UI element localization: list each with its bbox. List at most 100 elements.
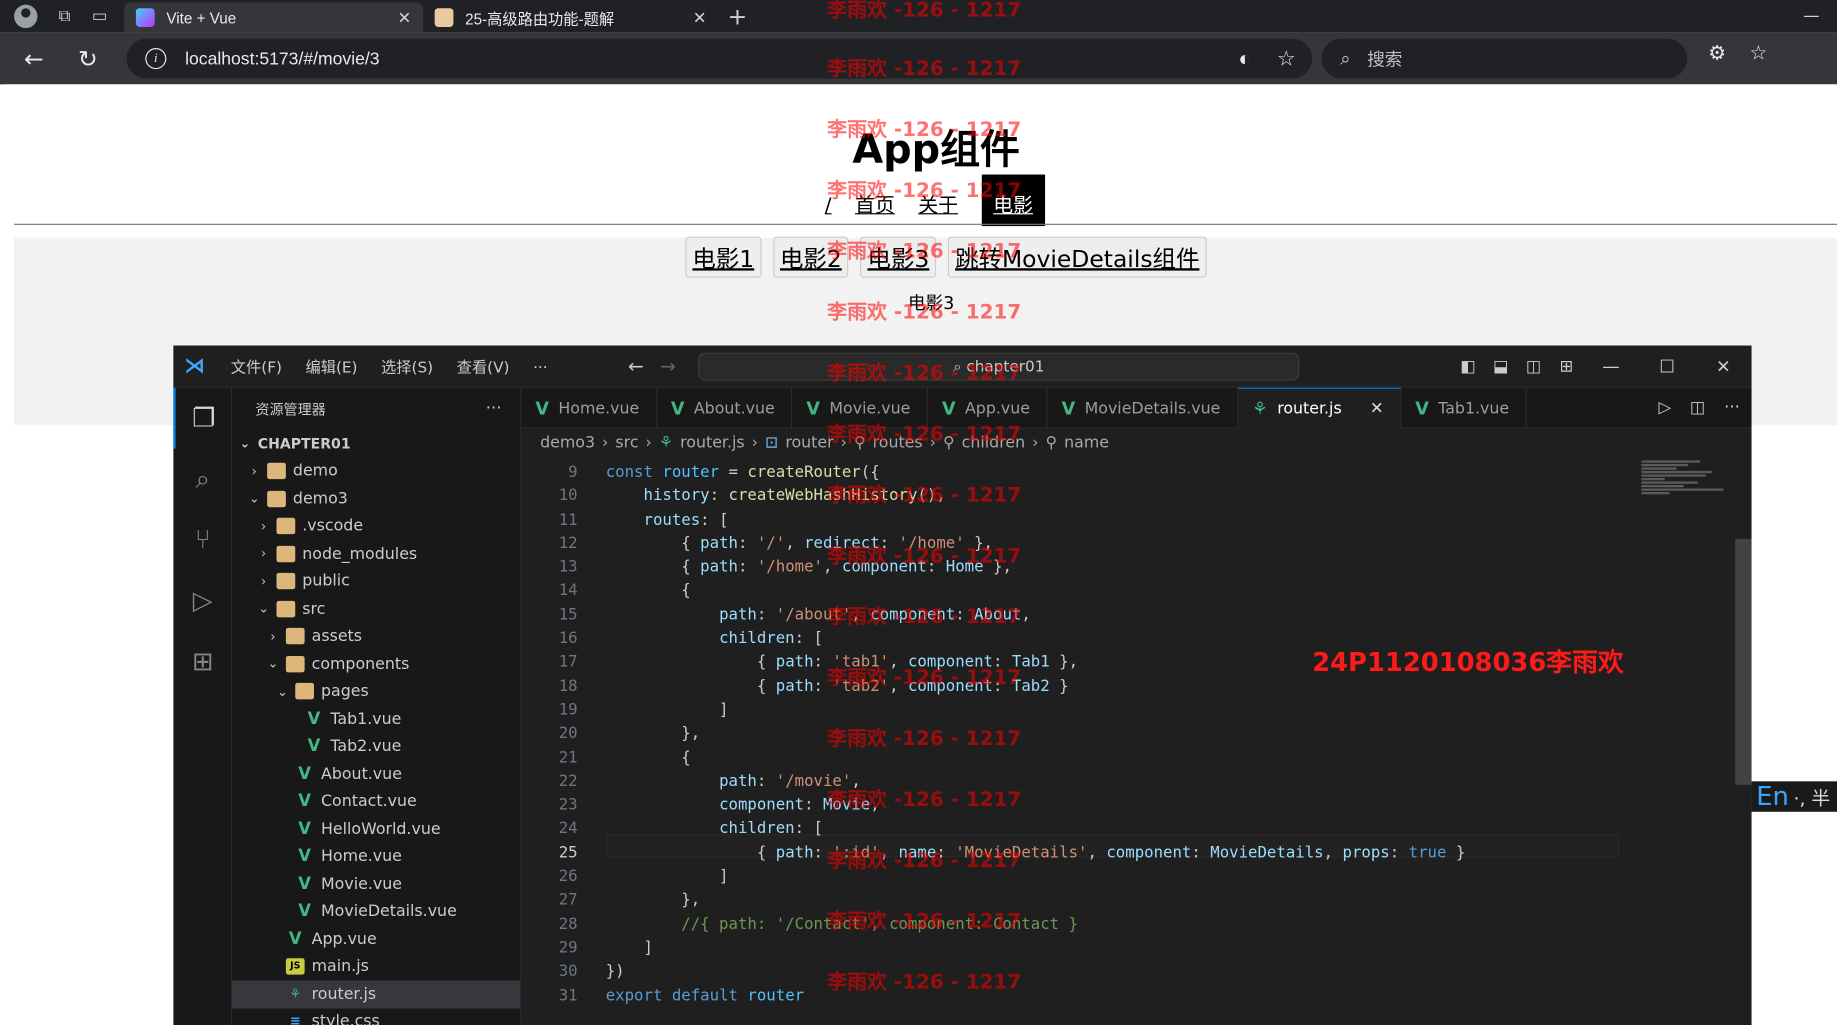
maximize-icon[interactable]: ☐ [1639, 356, 1695, 377]
workspaces-icon[interactable]: ⧉ [47, 0, 82, 33]
tree-item[interactable]: ⌄ components [232, 650, 520, 678]
new-tab-icon[interactable]: + [728, 2, 748, 30]
movie-details-link[interactable]: 跳转MovieDetails组件 [948, 236, 1207, 278]
browser-tab-strip: ⧉ ▭ Vite + Vue ✕ 25-高级路由功能-题解 ✕ + — [0, 0, 1837, 33]
url-text[interactable]: localhost:5173/#/movie/3 [185, 49, 379, 69]
nav-link-about[interactable]: 关于 [918, 189, 958, 226]
tree-item[interactable]: ≡ style.css [232, 1008, 520, 1025]
tree-item[interactable]: V Tab2.vue [232, 733, 520, 761]
tree-item[interactable]: V App.vue [232, 925, 520, 953]
back-icon[interactable]: ← [12, 37, 57, 79]
browser-tab-vite[interactable]: Vite + Vue ✕ [124, 2, 423, 33]
editor-tab[interactable]: V Home.vue [521, 387, 657, 429]
movie-link-1[interactable]: 电影1 [685, 236, 762, 278]
site-info-icon[interactable]: i [145, 48, 167, 70]
code-area[interactable]: const router = createRouter({ history: c… [606, 462, 1466, 1009]
close-icon[interactable]: ✕ [1370, 399, 1384, 418]
explorer-icon[interactable]: ❐ [173, 387, 232, 449]
split-editor-icon[interactable]: ◫ [1690, 398, 1706, 417]
extensions-icon[interactable]: ⚙ [1708, 42, 1726, 65]
nav-link-home[interactable]: 首页 [855, 189, 895, 226]
vscode-window: ⋊ 文件(F) 编辑(E) 选择(S) 查看(V) ··· ← → ⌕ chap… [173, 345, 1752, 1025]
tree-item[interactable]: › .vscode [232, 512, 520, 540]
more-actions-icon[interactable]: ··· [486, 399, 502, 418]
search-input[interactable]: ⌕ 搜索 [1321, 38, 1688, 79]
command-center[interactable]: ⌕ chapter01 [698, 352, 1300, 381]
tree-item[interactable]: V Movie.vue [232, 870, 520, 898]
breadcrumb-item[interactable]: router [785, 433, 833, 452]
menu-edit[interactable]: 编辑(E) [306, 360, 358, 378]
tree-item[interactable]: ⌄ demo3 [232, 485, 520, 513]
menu-file[interactable]: 文件(F) [231, 360, 282, 378]
nav-link-movie[interactable]: 电影 [981, 174, 1045, 227]
editor-tab[interactable]: V App.vue [928, 387, 1048, 429]
favorites-icon[interactable]: ☆ [1749, 42, 1767, 65]
code-line: ] [605, 868, 729, 886]
close-icon[interactable]: ✕ [1695, 356, 1751, 377]
tree-item[interactable]: V MovieDetails.vue [232, 898, 520, 926]
back-arrow-icon[interactable]: ← [628, 355, 644, 377]
editor-tab[interactable]: V About.vue [657, 387, 793, 429]
editor-tab[interactable]: ⚘ router.js ✕ [1237, 387, 1402, 429]
editor-tab[interactable]: V MovieDetails.vue [1048, 387, 1238, 429]
reload-icon[interactable]: ↻ [66, 37, 111, 79]
favorite-star-icon[interactable]: ☆ [1277, 46, 1296, 71]
forward-arrow-icon[interactable]: → [660, 355, 676, 377]
customize-layout-icon[interactable]: ⊞ [1550, 357, 1583, 376]
breadcrumb-item[interactable]: src [615, 433, 638, 452]
tree-item[interactable]: ⌄ CHAPTER01 [232, 430, 520, 458]
code-line: }, [605, 891, 701, 910]
line-number: 21 [558, 749, 578, 767]
address-bar[interactable]: i localhost:5173/#/movie/3 ◐ ☆ [126, 38, 1313, 79]
tree-item[interactable]: ⌄ pages [232, 678, 520, 706]
nav-link-root[interactable]: / [825, 194, 832, 226]
minimize-icon[interactable]: — [1583, 356, 1639, 377]
breadcrumb-item[interactable]: children [962, 433, 1025, 452]
tree-item[interactable]: ⚘ router.js [231, 980, 521, 1008]
more-actions-icon[interactable]: ··· [1724, 398, 1740, 417]
extensions-icon[interactable]: ⊞ [173, 631, 232, 692]
menu-view[interactable]: 查看(V) [457, 360, 510, 378]
menu-more[interactable]: ··· [533, 360, 548, 378]
breadcrumb-item[interactable]: name [1064, 433, 1109, 452]
tree-item[interactable]: V Home.vue [232, 843, 520, 871]
run-debug-icon[interactable]: ▷ [173, 570, 232, 631]
edge-icon[interactable]: ◐ [1238, 46, 1251, 71]
tree-item[interactable]: JS main.js [232, 953, 520, 981]
line-number: 14 [558, 582, 578, 601]
toggle-sidebar-icon[interactable]: ◧ [1452, 357, 1485, 376]
close-icon[interactable]: ✕ [397, 8, 411, 28]
tree-item[interactable]: V Tab1.vue [232, 705, 520, 733]
tree-item[interactable]: ⌄ src [232, 595, 520, 623]
tree-item[interactable]: V HelloWorld.vue [232, 815, 520, 843]
tree-item[interactable]: V About.vue [232, 760, 520, 788]
tree-item-label: demo [292, 461, 338, 481]
run-icon[interactable]: ▷ [1659, 398, 1672, 417]
breadcrumb-item[interactable]: demo3 [540, 433, 595, 452]
close-icon[interactable]: ✕ [693, 8, 707, 28]
browser-tab-solution[interactable]: 25-高级路由功能-题解 ✕ [423, 2, 718, 32]
tree-item[interactable]: › demo [232, 457, 520, 485]
tree-item[interactable]: › assets [232, 623, 520, 651]
toggle-panel-icon[interactable]: ⬓ [1484, 357, 1517, 376]
minimize-icon[interactable]: — [1786, 7, 1837, 26]
search-icon[interactable]: ⌕ [173, 449, 232, 510]
minimap[interactable] [1641, 459, 1735, 529]
tree-item[interactable]: › node_modules [232, 540, 520, 568]
tree-item[interactable]: › public [232, 568, 520, 596]
editor-tab[interactable]: V Movie.vue [792, 387, 928, 429]
tab-actions-icon[interactable]: ▭ [82, 0, 117, 33]
toggle-secondary-sidebar-icon[interactable]: ◫ [1517, 357, 1550, 376]
tree-item[interactable]: V Contact.vue [232, 788, 520, 816]
editor-tab[interactable]: V Tab1.vue [1401, 387, 1527, 429]
source-control-icon[interactable]: ⑂ [173, 510, 232, 571]
code-editor[interactable]: 9 10 11 12 13 14 15 16 17 18 19 20 21 22 23 24 25 26 27 28 2… [521, 456, 1752, 1025]
scrollbar[interactable] [1735, 538, 1752, 785]
breadcrumb-item[interactable]: router.js [680, 433, 745, 452]
movie-link-3[interactable]: 电影3 [860, 236, 937, 278]
profile-avatar[interactable] [14, 4, 38, 29]
ime-indicator[interactable]: En ·, 半 [1751, 781, 1837, 812]
movie-link-2[interactable]: 电影2 [772, 236, 849, 278]
breadcrumb-item[interactable]: routes [873, 433, 923, 452]
menu-selection[interactable]: 选择(S) [381, 360, 433, 378]
